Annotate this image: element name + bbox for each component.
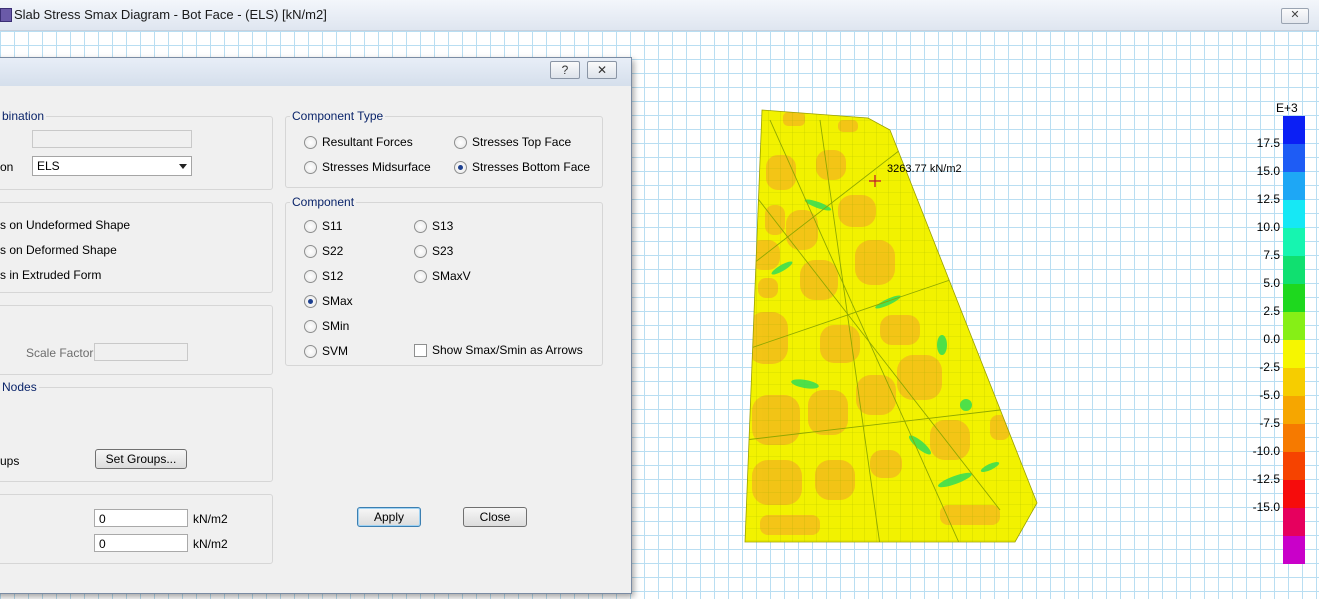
window-close-button[interactable]: ✕ [1281, 8, 1309, 24]
component-type-group: Component Type Resultant Forces Stresses… [285, 109, 603, 188]
legend-tick-label: -5.0 [1259, 388, 1280, 402]
legend-color-cell [1283, 368, 1305, 396]
component-type-label: Component Type [290, 109, 386, 123]
radio-stresses-bottom-face[interactable] [454, 161, 467, 174]
legend-colorbar [1283, 116, 1305, 564]
radio-stresses-midsurface[interactable] [304, 161, 317, 174]
legend-color-cell [1283, 116, 1305, 144]
shape-options-group: s on Undeformed Shape s on Deformed Shap… [0, 202, 273, 293]
stresses-midsurface-label[interactable]: Stresses Midsurface [322, 160, 431, 174]
legend-color-cell [1283, 228, 1305, 256]
radio-svm[interactable] [304, 345, 317, 358]
legend-tick-label: 7.5 [1263, 248, 1280, 262]
legend-tick-label: -7.5 [1259, 416, 1280, 430]
radio-s23[interactable] [414, 245, 427, 258]
show-arrows-label[interactable]: Show Smax/Smin as Arrows [432, 343, 583, 357]
legend-color-cell [1283, 312, 1305, 340]
radio-s22[interactable] [304, 245, 317, 258]
legend-color-cell [1283, 396, 1305, 424]
legend-color-cell [1283, 480, 1305, 508]
legend-color-cell [1283, 200, 1305, 228]
radio-s12[interactable] [304, 270, 317, 283]
legend-color-cell [1283, 284, 1305, 312]
legend-tick-label: 17.5 [1256, 136, 1280, 150]
legend-color-cell [1283, 256, 1305, 284]
close-button[interactable]: Close [463, 507, 527, 527]
set-groups-button[interactable]: Set Groups... [95, 449, 187, 469]
legend-tick-label: -10.0 [1252, 444, 1280, 458]
scale-group: Scale Factor [0, 305, 273, 375]
component-label: Component [290, 195, 357, 209]
s11-label[interactable]: S11 [322, 219, 342, 233]
legend-tick-label: -12.5 [1252, 472, 1280, 486]
dialog-body: bination on ELS s on Undeformed Shape s … [0, 86, 631, 593]
shape-option-deformed[interactable]: s on Deformed Shape [0, 243, 117, 257]
legend-color-cell [1283, 536, 1305, 564]
nodes-group: Nodes ups Set Groups... [0, 380, 273, 482]
radio-s13[interactable] [414, 220, 427, 233]
contour-max-unit: kN/m2 [193, 537, 228, 551]
legend-color-cell [1283, 144, 1305, 172]
contour-min-input[interactable]: 0 [94, 509, 188, 527]
chevron-down-icon [179, 164, 187, 169]
radio-smaxv[interactable] [414, 270, 427, 283]
radio-smin[interactable] [304, 320, 317, 333]
dialog-titlebar: ? ✕ [0, 58, 631, 86]
radio-resultant-forces[interactable] [304, 136, 317, 149]
stress-diagram-dialog: ? ✕ bination on ELS s on Undeformed Shap… [0, 57, 632, 594]
radio-smax[interactable] [304, 295, 317, 308]
stresses-bottom-face-label[interactable]: Stresses Bottom Face [472, 160, 590, 174]
svm-label[interactable]: SVM [322, 344, 348, 358]
dialog-close-button[interactable]: ✕ [587, 61, 617, 79]
legend-exponent: E+3 [1276, 101, 1298, 115]
legend-tick-label: 12.5 [1256, 192, 1280, 206]
s12-label[interactable]: S12 [322, 269, 343, 283]
legend-tick-label: 15.0 [1256, 164, 1280, 178]
legend-color-cell [1283, 508, 1305, 536]
max-stress-annotation: 3263.77 kN/m2 [887, 163, 962, 175]
legend-color-cell [1283, 172, 1305, 200]
shape-option-extruded[interactable]: s in Extruded Form [0, 268, 101, 282]
legend-tick-label: -2.5 [1259, 360, 1280, 374]
contour-max-input[interactable]: 0 [94, 534, 188, 552]
s23-label[interactable]: S23 [432, 244, 453, 258]
legend-tick-label: -15.0 [1252, 500, 1280, 514]
stresses-top-face-label[interactable]: Stresses Top Face [472, 135, 571, 149]
combination-group: bination on ELS [0, 109, 273, 190]
shape-option-undeformed[interactable]: s on Undeformed Shape [0, 218, 130, 232]
radio-stresses-top-face[interactable] [454, 136, 467, 149]
scale-factor-label: Scale Factor [26, 346, 94, 360]
show-arrows-checkbox[interactable] [414, 344, 427, 357]
contour-min-unit: kN/m2 [193, 512, 228, 526]
radio-s11[interactable] [304, 220, 317, 233]
combination-type-field [32, 130, 192, 148]
combination-group-label: bination [0, 109, 47, 123]
smaxv-label[interactable]: SMaxV [432, 269, 471, 283]
legend-color-cell [1283, 424, 1305, 452]
legend-tick-label: 2.5 [1263, 304, 1280, 318]
window-titlebar: Slab Stress Smax Diagram - Bot Face - (E… [0, 0, 1319, 31]
window-title: Slab Stress Smax Diagram - Bot Face - (E… [14, 7, 327, 22]
legend-tick-label: 0.0 [1263, 332, 1280, 346]
legend-tick-label: 10.0 [1256, 220, 1280, 234]
combination-select[interactable]: ELS [32, 156, 192, 176]
apply-button[interactable]: Apply [357, 507, 421, 527]
nodes-group-label: Nodes [0, 380, 39, 394]
legend-color-cell [1283, 340, 1305, 368]
s22-label[interactable]: S22 [322, 244, 343, 258]
scale-factor-input [94, 343, 188, 361]
help-button[interactable]: ? [550, 61, 580, 79]
s13-label[interactable]: S13 [432, 219, 453, 233]
smin-label[interactable]: SMin [322, 319, 349, 333]
resultant-forces-label[interactable]: Resultant Forces [322, 135, 413, 149]
combination-select-value: ELS [37, 159, 60, 173]
legend-tick-label: 5.0 [1263, 276, 1280, 290]
contour-range-group: 0 kN/m2 0 kN/m2 [0, 494, 273, 564]
component-group: Component S11 S22 S12 SMax SMin SVM S13 … [285, 195, 603, 366]
combination-name-label: on [0, 160, 14, 174]
legend-color-cell [1283, 452, 1305, 480]
smax-label[interactable]: SMax [322, 294, 353, 308]
app-icon [0, 8, 12, 22]
groups-label: ups [0, 454, 20, 468]
